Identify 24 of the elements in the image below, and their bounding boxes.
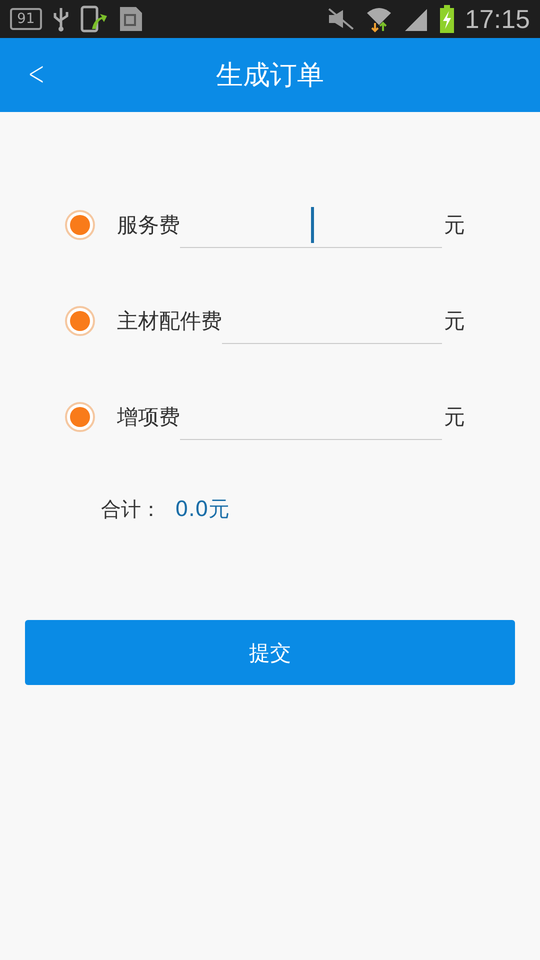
- radio-button[interactable]: [65, 306, 95, 336]
- back-button[interactable]: <: [24, 54, 48, 94]
- field-label: 主材配件费: [117, 308, 222, 335]
- unit-label: 元: [444, 212, 465, 239]
- battery-icon: [438, 5, 455, 33]
- wifi-icon: [364, 5, 393, 33]
- notification-count: 91: [10, 8, 42, 30]
- input-field[interactable]: [180, 207, 442, 248]
- field-label: 增项费: [117, 404, 180, 431]
- phone-upload-icon: [80, 5, 108, 33]
- total-label: 合计：: [101, 496, 161, 522]
- page-title: 生成订单: [216, 59, 324, 93]
- unit-label: 元: [444, 404, 465, 431]
- radio-button[interactable]: [65, 210, 95, 240]
- unit-label: 元: [444, 308, 465, 335]
- sd-card-icon: [118, 5, 144, 33]
- total-value: 0.0元: [175, 496, 230, 523]
- signal-icon: [402, 7, 429, 31]
- clock: 17:15: [464, 4, 530, 34]
- mute-icon: [326, 8, 355, 30]
- field-label: 服务费: [117, 212, 180, 239]
- radio-button[interactable]: [65, 402, 95, 432]
- usb-icon: [52, 6, 70, 32]
- submit-button[interactable]: 提交: [25, 620, 515, 685]
